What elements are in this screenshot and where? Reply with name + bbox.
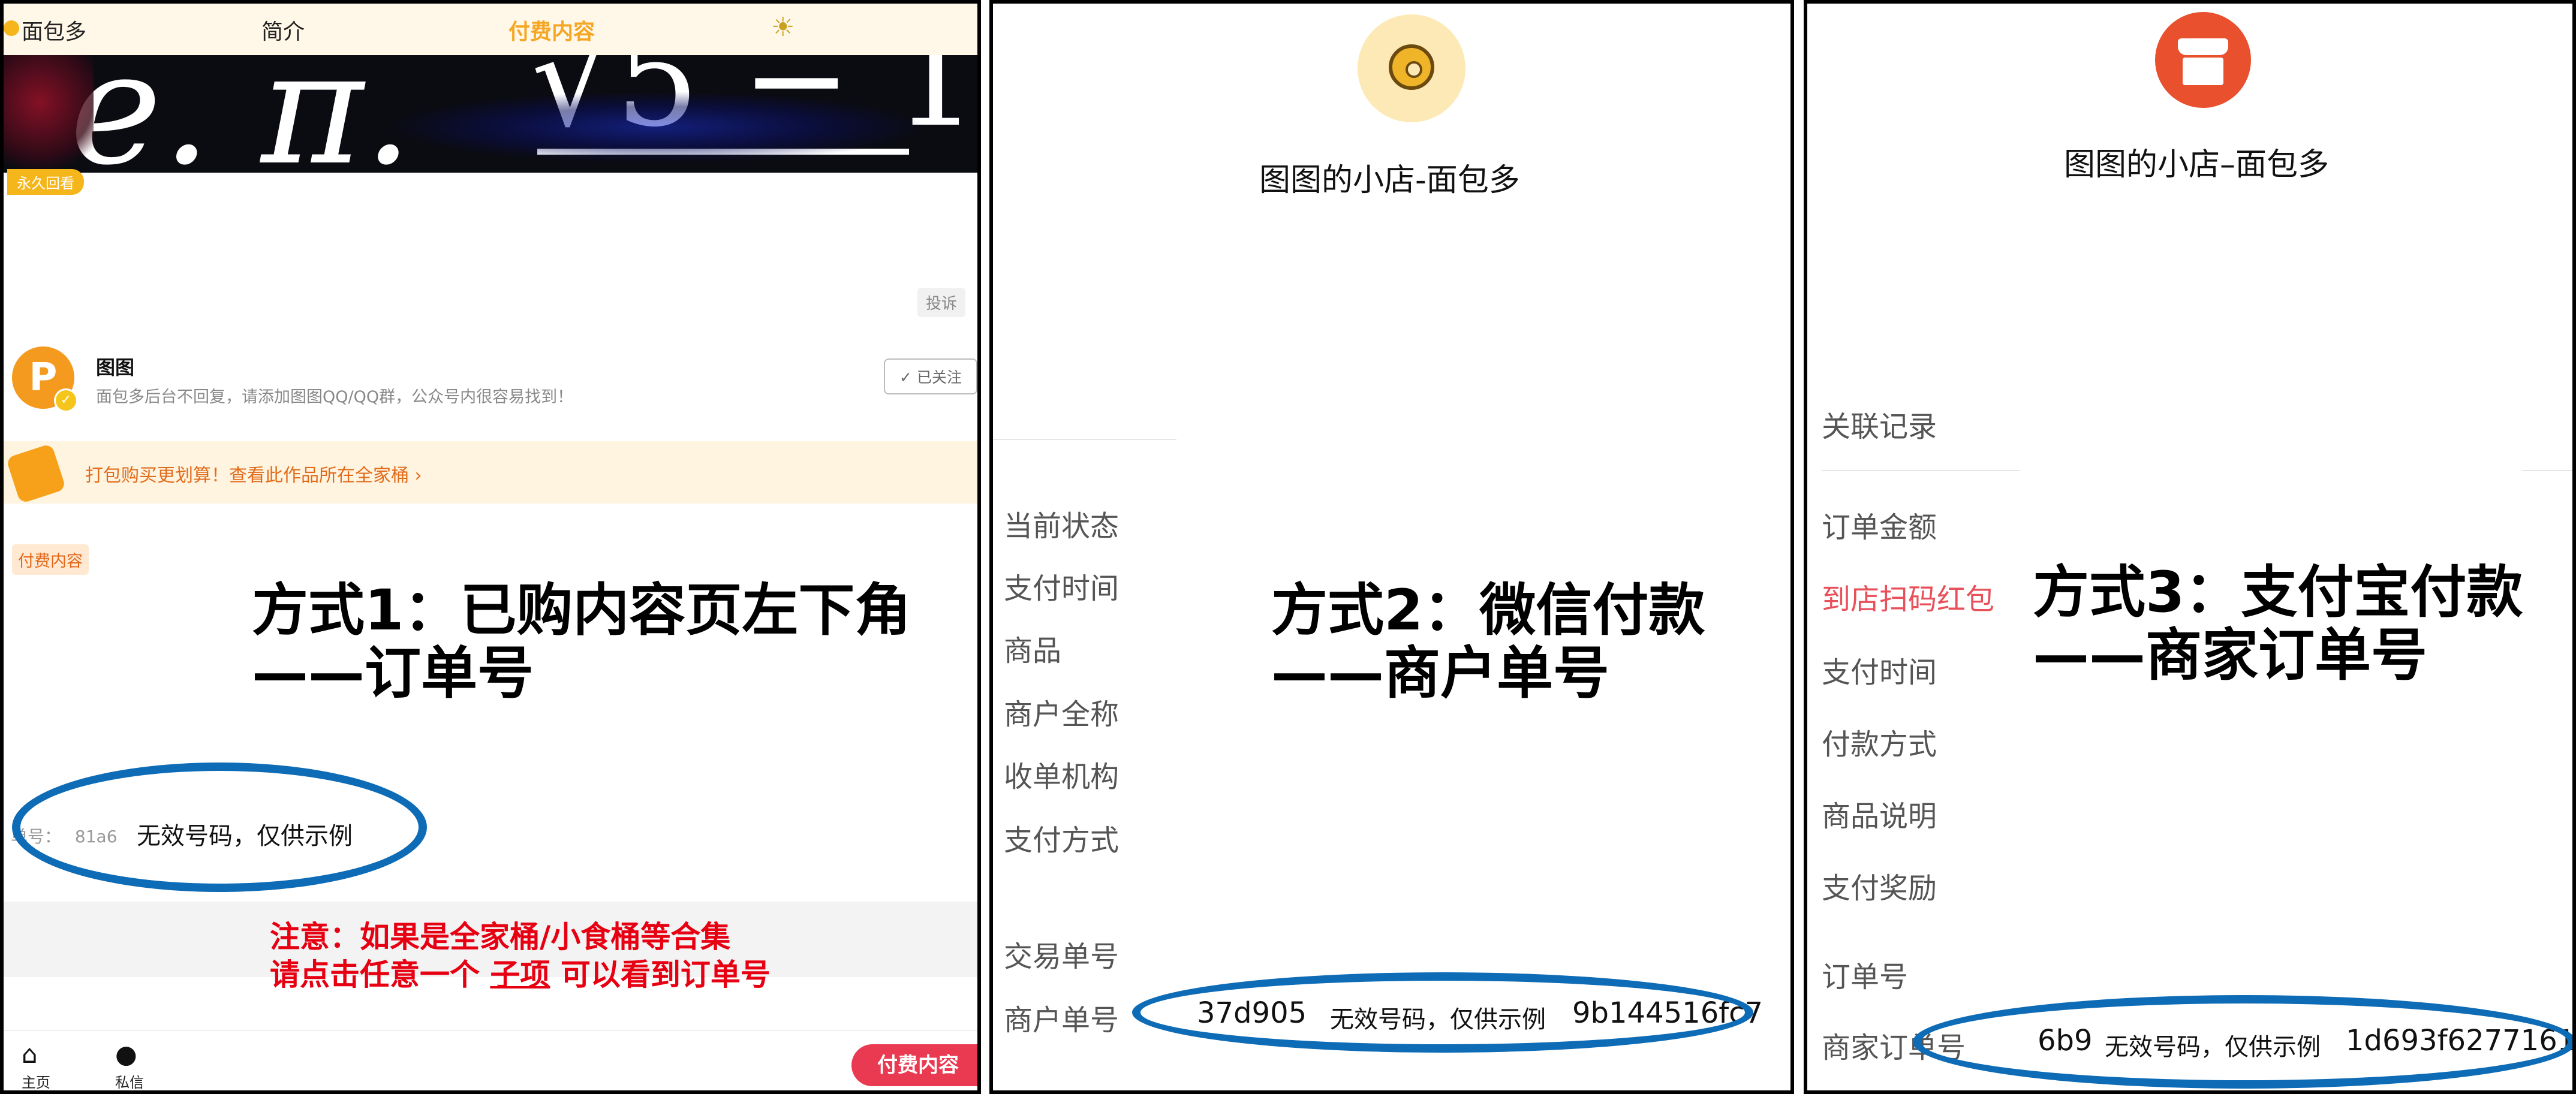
field-merchant-name: 商户全称 (1004, 698, 1120, 731)
author-name[interactable]: 图图 (96, 352, 134, 380)
chat-icon[interactable]: ● (115, 1039, 137, 1069)
field-pay-method: 付款方式 (1822, 728, 1937, 761)
complain-button[interactable]: 投诉 (917, 288, 966, 317)
merchant-order-suffix: 1d693f6277161 (2346, 1024, 2576, 1057)
field-product: 商品 (1004, 634, 1062, 668)
paid-content-button[interactable]: 付费内容 (851, 1044, 977, 1086)
annotation-line-2: ——商家订单号 (2033, 623, 2428, 689)
author-description: 面包多后台不回复，请添加图图QQ/QQ群，公众号内很容易找到！ (96, 388, 574, 406)
chevron-right-icon: › (414, 465, 422, 486)
annotation-method-1: 方式1：已购内容页左下角 ——订单号 (252, 579, 911, 706)
order-number-value: 无效号码，仅供示例 (137, 822, 353, 850)
banner-formula: e. π. (70, 55, 413, 173)
annotation-line-2: ——订单号 (252, 641, 534, 707)
nav-home-label[interactable]: 主页 (22, 1071, 50, 1090)
divider (2522, 470, 2572, 471)
field-merchant-order-no: 商家订单号 (1822, 1031, 1966, 1065)
merchant-order-prefix: 37d905 (1197, 996, 1307, 1030)
field-pay-time: 支付时间 (1004, 572, 1120, 605)
annotation-method-2: 方式2：微信付款 ——商户单号 (1271, 579, 1705, 706)
annotation-line-1: 方式2：微信付款 (1271, 578, 1705, 643)
divider (993, 439, 1176, 440)
banner-decoration (4, 55, 94, 173)
bundle-promo-text[interactable]: 打包购买更划算！查看此作品所在全家桶 › (85, 460, 422, 487)
divider (1822, 470, 2020, 471)
field-order-amount: 订单金额 (1822, 511, 1937, 544)
tab-intro[interactable]: 简介 (261, 14, 305, 46)
bottom-nav-bar: ⌂ 主页 ● 私信 (4, 1030, 977, 1090)
shop-name: 图图的小店–面包多 (2064, 147, 2330, 183)
merchant-order-placeholder: 无效号码，仅供示例 (2105, 1033, 2321, 1061)
forever-replay-badge: 永久回看 (7, 169, 84, 195)
field-pay-time: 支付时间 (1822, 656, 1937, 689)
field-product-desc: 商品说明 (1822, 800, 1937, 833)
follow-label: 已关注 (916, 369, 962, 386)
annotation-line-1: 方式1：已购内容页左下角 (252, 578, 911, 643)
order-number-label: 单号： 81a6 (11, 827, 118, 846)
store-icon (2178, 38, 2228, 55)
banner-blue-texture (387, 91, 927, 163)
brand-logo-icon (4, 20, 19, 36)
bundle-note: 注意：如果是全家桶/小食桶等合集 请点击任意一个 子项 可以看到订单号 (270, 918, 771, 993)
home-icon[interactable]: ⌂ (22, 1039, 38, 1069)
panel-wechat-bill: 图图的小店-面包多 当前状态 支付时间 商品 商户全称 收单机构 支付方式 交易… (989, 0, 1794, 1094)
field-merchant-order-no: 商户单号 (1004, 1003, 1120, 1037)
donut-icon (1389, 44, 1434, 90)
merchant-order-prefix: 6b9 (2038, 1024, 2093, 1057)
annotation-method-3: 方式3：支付宝付款 ——商家订单号 (2033, 561, 2523, 688)
field-transaction-no: 交易单号 (1004, 940, 1120, 974)
follow-button[interactable]: ✓ 已关注 (884, 358, 977, 394)
merchant-order-suffix: 9b144516fc7 (1572, 996, 1764, 1030)
shop-logo (2155, 12, 2251, 108)
verified-check-icon: ✓ (54, 388, 78, 412)
tab-paid-content[interactable]: 付费内容 (508, 14, 595, 46)
shop-logo (1358, 14, 1465, 122)
nav-message-label[interactable]: 私信 (115, 1071, 144, 1090)
note-line-2: 请点击任意一个 子项 可以看到订单号 (270, 957, 771, 992)
note-line-1: 注意：如果是全家桶/小食桶等合集 (270, 920, 731, 954)
field-pay-reward: 支付奖励 (1822, 872, 1937, 905)
cover-banner: e. π. √5 − 1 (4, 55, 977, 173)
field-store-red-packet: 到店扫码红包 (1822, 583, 1995, 616)
annotation-line-1: 方式3：支付宝付款 (2033, 560, 2523, 625)
field-current-status: 当前状态 (1004, 510, 1120, 543)
paid-content-tag: 付费内容 (12, 544, 89, 575)
panel-mianbaoduo-app: 面包多 简介 付费内容 ☀ e. π. √5 − 1 永久回看 投诉 P ✓ 图… (0, 0, 981, 1094)
sun-icon[interactable]: ☀ (771, 12, 795, 43)
annotation-line-2: ——商户单号 (1271, 641, 1610, 707)
field-acquirer: 收单机构 (1004, 760, 1120, 794)
panel-alipay-bill: 图图的小店–面包多 关联记录 订单金额 到店扫码红包 支付时间 付款方式 商品说… (1804, 0, 2576, 1094)
merchant-order-placeholder: 无效号码，仅供示例 (1330, 1006, 1546, 1033)
field-order-no: 订单号 (1822, 960, 1909, 994)
field-pay-method: 支付方式 (1004, 824, 1120, 857)
top-tab-bar: 面包多 简介 付费内容 ☀ (4, 4, 977, 56)
app-name: 面包多 (22, 20, 87, 44)
related-records-link[interactable]: 关联记录 (1822, 403, 1937, 445)
check-icon: ✓ (899, 369, 917, 386)
shop-name: 图图的小店-面包多 (1259, 162, 1520, 198)
